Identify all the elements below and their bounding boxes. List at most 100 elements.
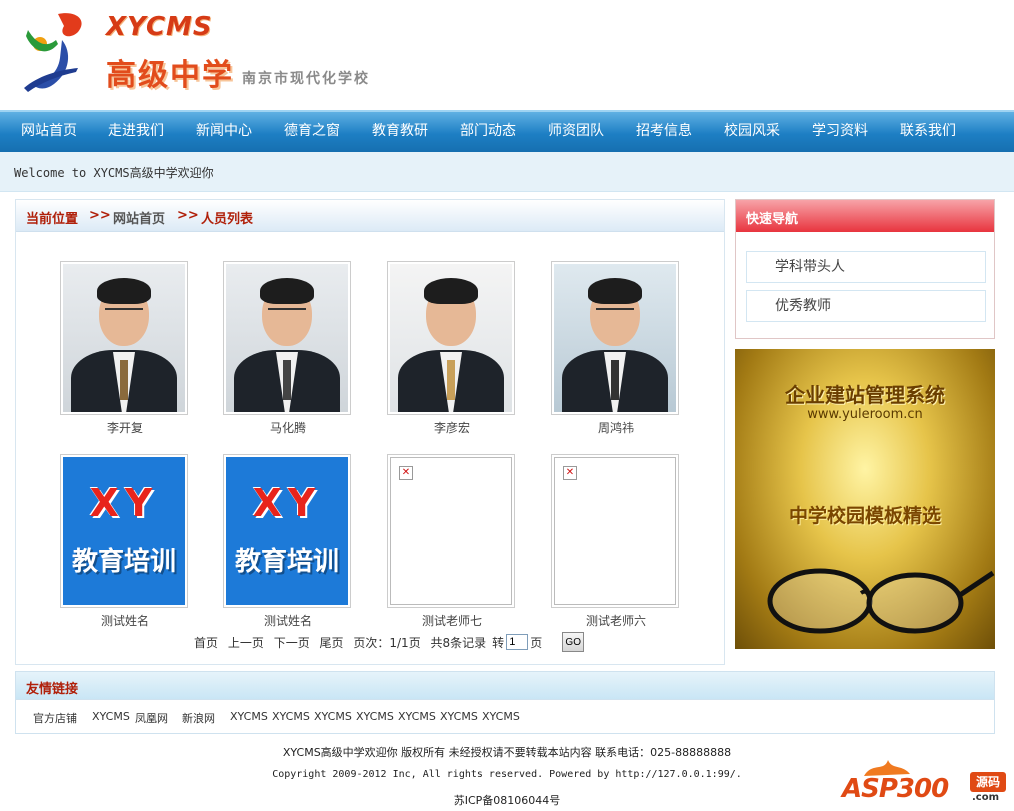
xy-banner-title: XY xyxy=(252,481,322,525)
friend-link[interactable]: XYCMS xyxy=(482,710,520,723)
breadcrumb-home-link[interactable]: 网站首页 xyxy=(113,208,165,227)
ad-banner[interactable]: 企业建站管理系统 www.yuleroom.cn 中学校园模板精选 xyxy=(735,349,995,649)
nav-item-home[interactable]: 网站首页 xyxy=(21,112,77,152)
person-card[interactable]: XY 教育培训 测试姓名 xyxy=(223,454,353,629)
breadcrumb: 当前位置 >> 网站首页 >> 人员列表 xyxy=(16,200,724,232)
breadcrumb-label: 当前位置 xyxy=(26,212,79,227)
main-nav: 网站首页 走进我们 新闻中心 德育之窗 教育教研 部门动态 师资团队 招考信息 … xyxy=(0,110,1014,152)
quick-nav-title: 快速导航 xyxy=(746,212,799,227)
person-name-link[interactable]: 马化腾 xyxy=(223,419,353,436)
logo-chinese-text: 高级中学 xyxy=(106,58,234,93)
breadcrumb-current: 人员列表 xyxy=(201,212,254,227)
nav-item-about[interactable]: 走进我们 xyxy=(108,112,164,152)
nav-item-contact[interactable]: 联系我们 xyxy=(900,112,956,152)
person-name-link[interactable]: 测试老师七 xyxy=(387,612,517,629)
breadcrumb-separator: >> xyxy=(177,208,199,223)
nav-item-departments[interactable]: 部门动态 xyxy=(460,112,516,152)
friend-link[interactable]: XYCMS xyxy=(92,710,130,723)
person-card[interactable]: 李彦宏 xyxy=(387,261,517,436)
watermark-badge: 源码 xyxy=(970,772,1006,792)
xy-banner-subtitle: 教育培训 xyxy=(234,547,339,577)
person-name-link[interactable]: 测试老师六 xyxy=(551,612,681,629)
breadcrumb-separator: >> xyxy=(89,208,111,223)
friend-link[interactable]: 新浪网 xyxy=(182,710,215,726)
person-photo[interactable]: XY 教育培训 xyxy=(226,457,348,605)
logo-subtitle: 南京市现代化学校 xyxy=(242,71,370,87)
go-button[interactable]: GO xyxy=(562,632,585,652)
nav-item-teaching[interactable]: 教育教研 xyxy=(372,112,428,152)
nav-item-campus[interactable]: 校园风采 xyxy=(724,112,780,152)
person-photo-frame[interactable] xyxy=(387,261,515,415)
friend-link[interactable]: XYCMS xyxy=(230,710,268,723)
watermark-domain: .com xyxy=(972,792,1000,803)
pager-page-unit: 页 xyxy=(530,635,543,650)
person-card[interactable]: 马化腾 xyxy=(223,261,353,436)
person-photo[interactable] xyxy=(554,264,676,412)
quick-nav-excellent-teachers[interactable]: 优秀教师 xyxy=(746,290,986,322)
ad-subtitle: 中学校园模板精选 xyxy=(788,505,941,527)
person-photo-frame[interactable]: XY 教育培训 xyxy=(223,454,351,608)
asp300-watermark: ASP300 源码 .com xyxy=(842,758,1007,806)
person-photo[interactable] xyxy=(226,264,348,412)
person-photo[interactable]: ✕ xyxy=(554,457,676,605)
page-number-input[interactable] xyxy=(506,634,529,650)
nav-item-moral[interactable]: 德育之窗 xyxy=(284,112,340,152)
xy-banner-title: XY xyxy=(89,481,159,525)
person-photo-frame[interactable] xyxy=(551,261,679,415)
person-name-link[interactable]: 测试姓名 xyxy=(223,612,353,629)
person-photo[interactable]: XY 教育培训 xyxy=(63,457,185,605)
pager-last[interactable]: 尾页 xyxy=(320,634,344,651)
friend-link[interactable]: 官方店铺 xyxy=(33,710,77,726)
person-photo[interactable] xyxy=(63,264,185,412)
person-card[interactable]: 李开复 xyxy=(60,261,190,436)
person-card[interactable]: XY 教育培训 测试姓名 xyxy=(60,454,190,629)
friend-links-title: 友情链接 xyxy=(26,682,79,697)
pager-record-count: 共8条记录 xyxy=(430,635,487,650)
pager-page-info: 页次：1/1页 xyxy=(353,635,421,650)
quick-nav-panel: 快速导航 学科带头人 优秀教师 xyxy=(735,199,995,339)
welcome-text: Welcome to XYCMS高级中学欢迎你 xyxy=(14,166,214,180)
friend-link[interactable]: XYCMS xyxy=(440,710,478,723)
person-photo[interactable] xyxy=(390,264,512,412)
people-list-panel: 当前位置 >> 网站首页 >> 人员列表 李开复 马化腾 李彦宏 周鸿祎 XY … xyxy=(15,199,725,665)
person-name-link[interactable]: 测试姓名 xyxy=(60,612,190,629)
person-photo-frame[interactable] xyxy=(60,261,188,415)
friend-link[interactable]: XYCMS xyxy=(356,710,394,723)
ad-title: 企业建站管理系统 xyxy=(785,383,945,407)
person-card[interactable]: 周鸿祎 xyxy=(551,261,681,436)
person-photo-frame[interactable]: ✕ xyxy=(387,454,515,608)
quick-nav-header: 快速导航 xyxy=(736,200,994,232)
quick-nav-subject-leaders[interactable]: 学科带头人 xyxy=(746,251,986,283)
friend-link[interactable]: XYCMS xyxy=(314,710,352,723)
person-photo[interactable]: ✕ xyxy=(390,457,512,605)
friend-link[interactable]: XYCMS xyxy=(272,710,310,723)
pager-next[interactable]: 下一页 xyxy=(274,634,310,651)
person-card[interactable]: ✕ 测试老师七 xyxy=(387,454,517,629)
glasses-icon xyxy=(767,568,995,634)
site-header: XYCMS 高级中学 南京市现代化学校 xyxy=(0,0,1014,110)
person-name-link[interactable]: 李开复 xyxy=(60,419,190,436)
watermark-brand: ASP300 xyxy=(842,774,949,804)
friend-links-header: 友情链接 xyxy=(16,672,994,700)
ad-url: www.yuleroom.cn xyxy=(807,407,923,422)
nav-item-staff[interactable]: 师资团队 xyxy=(548,112,604,152)
nav-item-study[interactable]: 学习资料 xyxy=(812,112,868,152)
person-card[interactable]: ✕ 测试老师六 xyxy=(551,454,681,629)
pager-prev[interactable]: 上一页 xyxy=(228,634,264,651)
school-logo-icon[interactable] xyxy=(18,10,88,98)
person-photo-frame[interactable]: XY 教育培训 xyxy=(60,454,188,608)
nav-item-admissions[interactable]: 招考信息 xyxy=(636,112,692,152)
person-name-link[interactable]: 李彦宏 xyxy=(387,419,517,436)
logo-english-text: XYCMS xyxy=(106,12,213,42)
nav-item-news[interactable]: 新闻中心 xyxy=(196,112,252,152)
person-name-link[interactable]: 周鸿祎 xyxy=(551,419,681,436)
pager-first[interactable]: 首页 xyxy=(194,634,218,651)
broken-image-icon: ✕ xyxy=(399,466,413,480)
person-photo-frame[interactable] xyxy=(223,261,351,415)
broken-image-icon: ✕ xyxy=(563,466,577,480)
welcome-bar: Welcome to XYCMS高级中学欢迎你 xyxy=(0,152,1014,192)
friend-link[interactable]: 凤凰网 xyxy=(135,710,168,726)
friend-link[interactable]: XYCMS xyxy=(398,710,436,723)
xy-banner-subtitle: 教育培训 xyxy=(71,547,176,577)
person-photo-frame[interactable]: ✕ xyxy=(551,454,679,608)
